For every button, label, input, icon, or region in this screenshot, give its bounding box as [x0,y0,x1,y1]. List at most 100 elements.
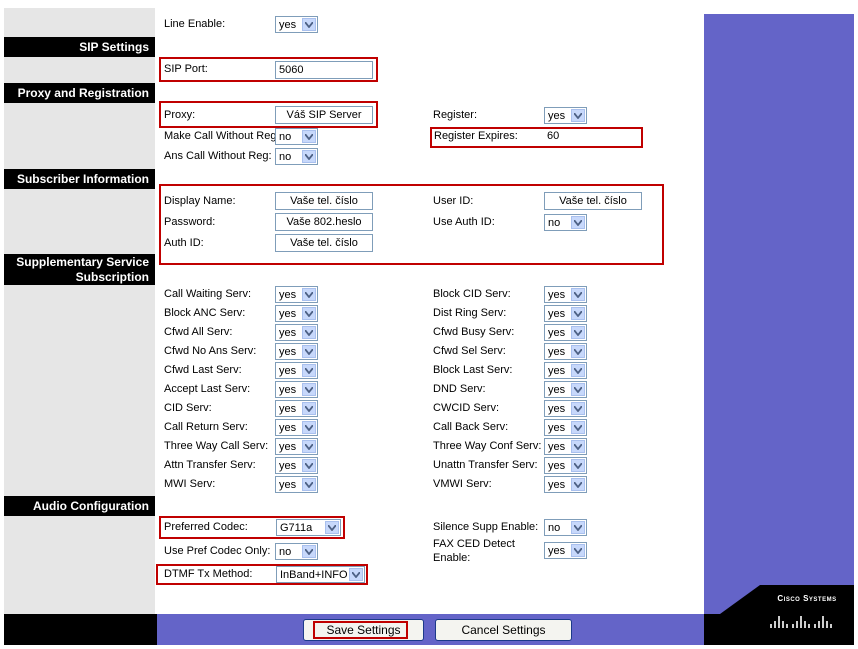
service-select[interactable]: yes [544,381,587,398]
password-input[interactable]: Vaše 802.heslo [275,213,373,231]
register-expires-input[interactable]: 60 [544,128,638,146]
display-name-label: Display Name: [164,195,236,207]
chevron-down-icon [571,109,585,122]
line-enable-select[interactable]: yes [275,16,318,33]
service-value: yes [279,346,297,358]
chevron-down-icon [302,130,316,143]
chevron-down-icon [571,383,585,396]
make-call-without-reg-select[interactable]: no [275,128,318,145]
service-select[interactable]: yes [544,476,587,493]
service-value: yes [279,422,297,434]
service-value: yes [279,365,297,377]
service-select[interactable]: yes [544,305,587,322]
service-select[interactable]: yes [544,343,587,360]
service-value: yes [279,441,297,453]
chevron-down-icon [302,364,316,377]
fax-ced-value: yes [548,545,566,557]
cancel-settings-button[interactable]: Cancel Settings [435,619,572,641]
register-value: yes [548,110,566,122]
sip-port-input[interactable]: 5060 [275,61,373,79]
service-select[interactable]: yes [544,438,587,455]
service-label: Cfwd Busy Serv: [433,326,515,338]
chevron-down-icon [302,326,316,339]
user-id-input[interactable]: Vaše tel. číslo [544,192,642,210]
service-select[interactable]: yes [544,400,587,417]
user-id-label: User ID: [433,195,474,207]
service-select[interactable]: yes [275,305,318,322]
chevron-down-icon [302,345,316,358]
register-select[interactable]: yes [544,107,587,124]
silence-supp-label: Silence Supp Enable: [433,521,539,533]
chevron-down-icon [349,568,363,581]
service-value: yes [548,346,566,358]
chevron-down-icon [571,288,585,301]
chevron-down-icon [571,216,585,229]
service-value: yes [279,289,297,301]
service-label: Call Back Serv: [433,421,509,433]
service-value: yes [279,327,297,339]
chevron-down-icon [571,544,585,557]
service-value: yes [279,384,297,396]
use-auth-id-value: no [548,217,561,229]
silence-supp-value: no [548,522,561,534]
proxy-input[interactable]: Váš SIP Server [275,106,373,124]
section-header-audio: Audio Configuration [4,496,155,516]
chevron-down-icon [571,459,585,472]
chevron-down-icon [571,478,585,491]
sip-port-label: SIP Port: [164,63,208,75]
service-select[interactable]: yes [275,438,318,455]
section-header-supplementary: Supplementary Service Subscription [4,254,155,285]
ans-call-without-reg-value: no [279,151,292,163]
display-name-input[interactable]: Vaše tel. číslo [275,192,373,210]
chevron-down-icon [302,402,316,415]
service-select[interactable]: yes [544,286,587,303]
auth-id-label: Auth ID: [164,237,204,249]
chevron-down-icon [302,421,316,434]
password-label: Password: [164,216,216,228]
service-label: VMWI Serv: [433,478,492,490]
service-select[interactable]: yes [544,362,587,379]
service-value: yes [548,479,566,491]
use-auth-id-select[interactable]: no [544,214,587,231]
use-pref-codec-only-label: Use Pref Codec Only: [164,545,271,557]
service-select[interactable]: yes [275,324,318,341]
auth-id-input[interactable]: Vaše tel. číslo [275,234,373,252]
service-select[interactable]: yes [275,286,318,303]
chevron-down-icon [571,440,585,453]
service-select[interactable]: yes [544,324,587,341]
silence-supp-select[interactable]: no [544,519,587,536]
service-select[interactable]: yes [275,476,318,493]
fax-ced-label-line1: FAX CED Detect [433,538,515,550]
preferred-codec-select[interactable]: G711a [276,519,341,536]
service-value: yes [279,308,297,320]
ans-call-without-reg-select[interactable]: no [275,148,318,165]
section-header-subscriber: Subscriber Information [4,169,155,189]
service-select[interactable]: yes [275,457,318,474]
fax-ced-select[interactable]: yes [544,542,587,559]
service-label: Call Waiting Serv: [164,288,252,300]
chevron-down-icon [571,326,585,339]
service-value: yes [548,327,566,339]
service-label: Cfwd No Ans Serv: [164,345,257,357]
register-label: Register: [433,109,478,121]
bottom-left-block [4,614,157,645]
service-select[interactable]: yes [544,419,587,436]
chevron-down-icon [302,383,316,396]
section-header-sip: SIP Settings [4,37,155,57]
dtmf-tx-select[interactable]: InBand+INFO [276,566,365,583]
service-select[interactable]: yes [275,362,318,379]
service-select[interactable]: yes [275,381,318,398]
service-label: Unattn Transfer Serv: [433,459,538,471]
service-select[interactable]: yes [544,457,587,474]
service-select[interactable]: yes [275,343,318,360]
cisco-logo-icon [770,616,832,628]
service-select[interactable]: yes [275,400,318,417]
section-header-supplementary-line1: Supplementary Service [16,255,149,269]
chevron-down-icon [302,18,316,31]
service-value: yes [279,479,297,491]
save-settings-button[interactable]: Save Settings [303,619,424,641]
service-select[interactable]: yes [275,419,318,436]
service-label: Attn Transfer Serv: [164,459,256,471]
chevron-down-icon [571,307,585,320]
use-pref-codec-only-select[interactable]: no [275,543,318,560]
